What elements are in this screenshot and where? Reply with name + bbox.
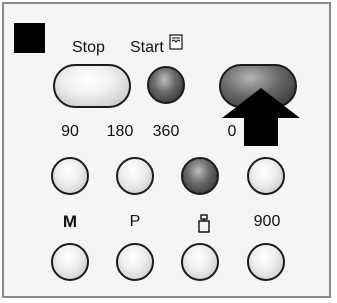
start-label: Start: [130, 39, 164, 56]
angle-label-180: 180: [106, 123, 134, 140]
mode-label-900: 900: [253, 213, 281, 230]
angle-360-button[interactable]: [181, 157, 219, 195]
status-indicator: [14, 23, 45, 53]
angle-label-90: 90: [61, 123, 79, 140]
tare-button[interactable]: [181, 243, 219, 281]
angle-90-button[interactable]: [51, 157, 89, 195]
mode-900-button[interactable]: [247, 243, 285, 281]
angle-180-button[interactable]: [116, 157, 154, 195]
control-panel: Stop Start 90 180 360 0 M P 900: [2, 2, 331, 298]
angle-0-button[interactable]: [247, 157, 285, 195]
mode-m-button[interactable]: [51, 243, 89, 281]
mode-label-p: P: [129, 213, 141, 230]
document-icon: [169, 34, 183, 50]
mode-label-m: M: [62, 212, 78, 231]
stop-label: Stop: [72, 39, 105, 56]
angle-label-0: 0: [227, 123, 237, 140]
mode-p-button[interactable]: [116, 243, 154, 281]
angle-label-360: 360: [152, 123, 180, 140]
stop-button[interactable]: [53, 64, 131, 108]
weight-icon: [198, 214, 210, 233]
start-button[interactable]: [147, 66, 185, 104]
